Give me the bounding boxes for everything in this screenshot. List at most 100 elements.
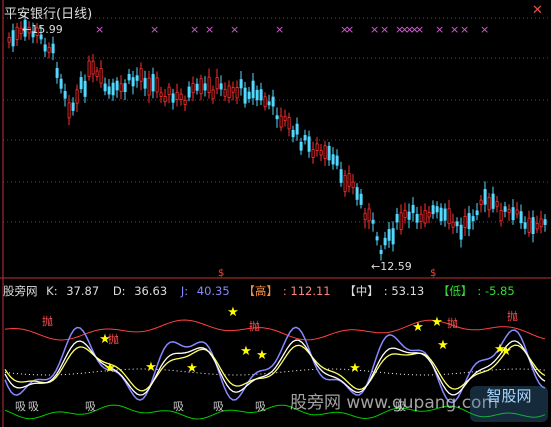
candle-body — [247, 91, 251, 99]
sell-signal-label: 抛 — [42, 314, 53, 328]
candle-body — [499, 210, 503, 222]
candle-body — [399, 212, 403, 230]
candlestick-series — [7, 11, 547, 261]
indicator-header: 股旁网 K: 37.87 D: 36.63 J: 40.35 【高】: 112.… — [3, 283, 525, 299]
candle-body — [423, 209, 427, 224]
star-icon: ★ — [104, 361, 116, 376]
candle-body — [535, 222, 539, 230]
xi-marker-row: × × × × × × ×× × × ××××× × × × ×$ $ — [95, 23, 489, 279]
candle-body — [71, 102, 75, 111]
candle-body — [139, 68, 143, 82]
close-x-icon[interactable]: ✕ — [532, 3, 543, 18]
indicator-name: 股旁网 — [3, 284, 38, 298]
candle-body — [123, 83, 127, 93]
candle-body — [179, 93, 183, 100]
candle-body — [59, 78, 63, 89]
arrow-left-icon: ← — [22, 23, 32, 36]
xi-marker: × — [460, 23, 469, 36]
candle-body — [155, 77, 159, 93]
candle-body — [331, 154, 335, 165]
candle-body — [491, 193, 495, 209]
candle-body — [455, 221, 459, 227]
candle-body — [367, 208, 371, 222]
star-icon: ★ — [240, 344, 252, 359]
candle-body — [527, 217, 531, 233]
candle-body — [267, 101, 271, 106]
candle-body — [107, 86, 111, 95]
candle-body — [255, 89, 259, 101]
k-value: 37.87 — [66, 284, 100, 298]
stock-chart-window[interactable]: × × × × × × × × × × × × × × × × × × × $ $ 抛抛抛抛抛 ★ ★ ★ ★ ★ ★ ★ ★ ★ ★ ★ ★ ★… — [0, 0, 551, 427]
candle-body — [543, 219, 547, 225]
xi-marker: × — [205, 23, 214, 36]
candle-body — [67, 102, 71, 119]
candle-body — [75, 89, 79, 104]
candle-body — [187, 86, 191, 98]
candle-body — [87, 60, 91, 77]
candle-body — [103, 83, 107, 92]
sell-signal-marker: $ — [218, 268, 224, 279]
candle-body — [415, 213, 419, 223]
star-icon: ★ — [500, 344, 512, 359]
low-price-value: 12.59 — [380, 260, 412, 273]
candle-body — [175, 91, 179, 100]
candle-body — [235, 87, 239, 99]
candle-body — [283, 116, 287, 122]
j-label: J: 40.35 — [180, 284, 230, 298]
candle-body — [451, 221, 455, 228]
candle-body — [435, 206, 439, 213]
candle-body — [55, 68, 59, 78]
candle-body — [147, 77, 151, 96]
candle-body — [431, 205, 435, 215]
candle-body — [335, 155, 339, 166]
xi-marker: × — [370, 23, 379, 36]
low-line-label: 【低】: -5.85 — [437, 284, 515, 298]
d-label: D: 36.63 — [112, 284, 168, 298]
candle-body — [119, 83, 123, 92]
xi-marker: × — [95, 23, 104, 36]
candle-body — [287, 117, 291, 130]
candle-body — [131, 77, 135, 87]
window-title: 平安银行(日线) — [4, 7, 93, 22]
candle-body — [463, 216, 467, 228]
candle-body — [427, 211, 431, 218]
xi-marker: × — [450, 23, 459, 36]
watermark-text: 股旁网 www.gupang.com — [290, 393, 499, 413]
candle-body — [343, 174, 347, 192]
xi-marker: × — [230, 23, 239, 36]
k-label: K: 37.87 — [46, 284, 100, 298]
star-icon: ★ — [412, 320, 424, 335]
candle-body — [115, 80, 119, 91]
candle-body — [143, 77, 147, 89]
candle-body — [379, 249, 383, 255]
candle-body — [275, 115, 279, 120]
candle-body — [323, 145, 327, 159]
candle-body — [355, 187, 359, 200]
candle-body — [507, 208, 511, 213]
candle-body — [319, 150, 323, 156]
candlestick-chart[interactable]: × × × × × × ×× × × ××××× × × × ×$ $ 抛抛抛 抛抛★★★ ★★ ★ ★ ★★ ★★ ★★… — [0, 0, 551, 427]
candle-body — [219, 83, 223, 90]
candle-body — [471, 216, 475, 222]
star-icon: ★ — [256, 348, 268, 363]
candle-body — [531, 217, 535, 234]
candle-body — [307, 136, 311, 152]
candle-body — [159, 92, 163, 97]
candle-body — [199, 78, 203, 95]
candle-body — [207, 76, 211, 94]
candle-body — [231, 87, 235, 93]
star-icon: ★ — [227, 305, 239, 320]
candle-body — [295, 123, 299, 135]
candle-body — [95, 70, 99, 77]
buy-signal-label: 吸 — [85, 400, 96, 413]
candle-body — [211, 89, 215, 100]
candle-body — [7, 37, 11, 43]
low-line-value: -5.85 — [484, 284, 515, 298]
candle-body — [215, 77, 219, 90]
candle-body — [51, 43, 55, 54]
buy-signal-label: 吸 — [213, 400, 224, 413]
candle-body — [279, 115, 283, 128]
candle-body — [203, 83, 207, 91]
candle-body — [43, 44, 47, 52]
candle-body — [271, 96, 275, 107]
